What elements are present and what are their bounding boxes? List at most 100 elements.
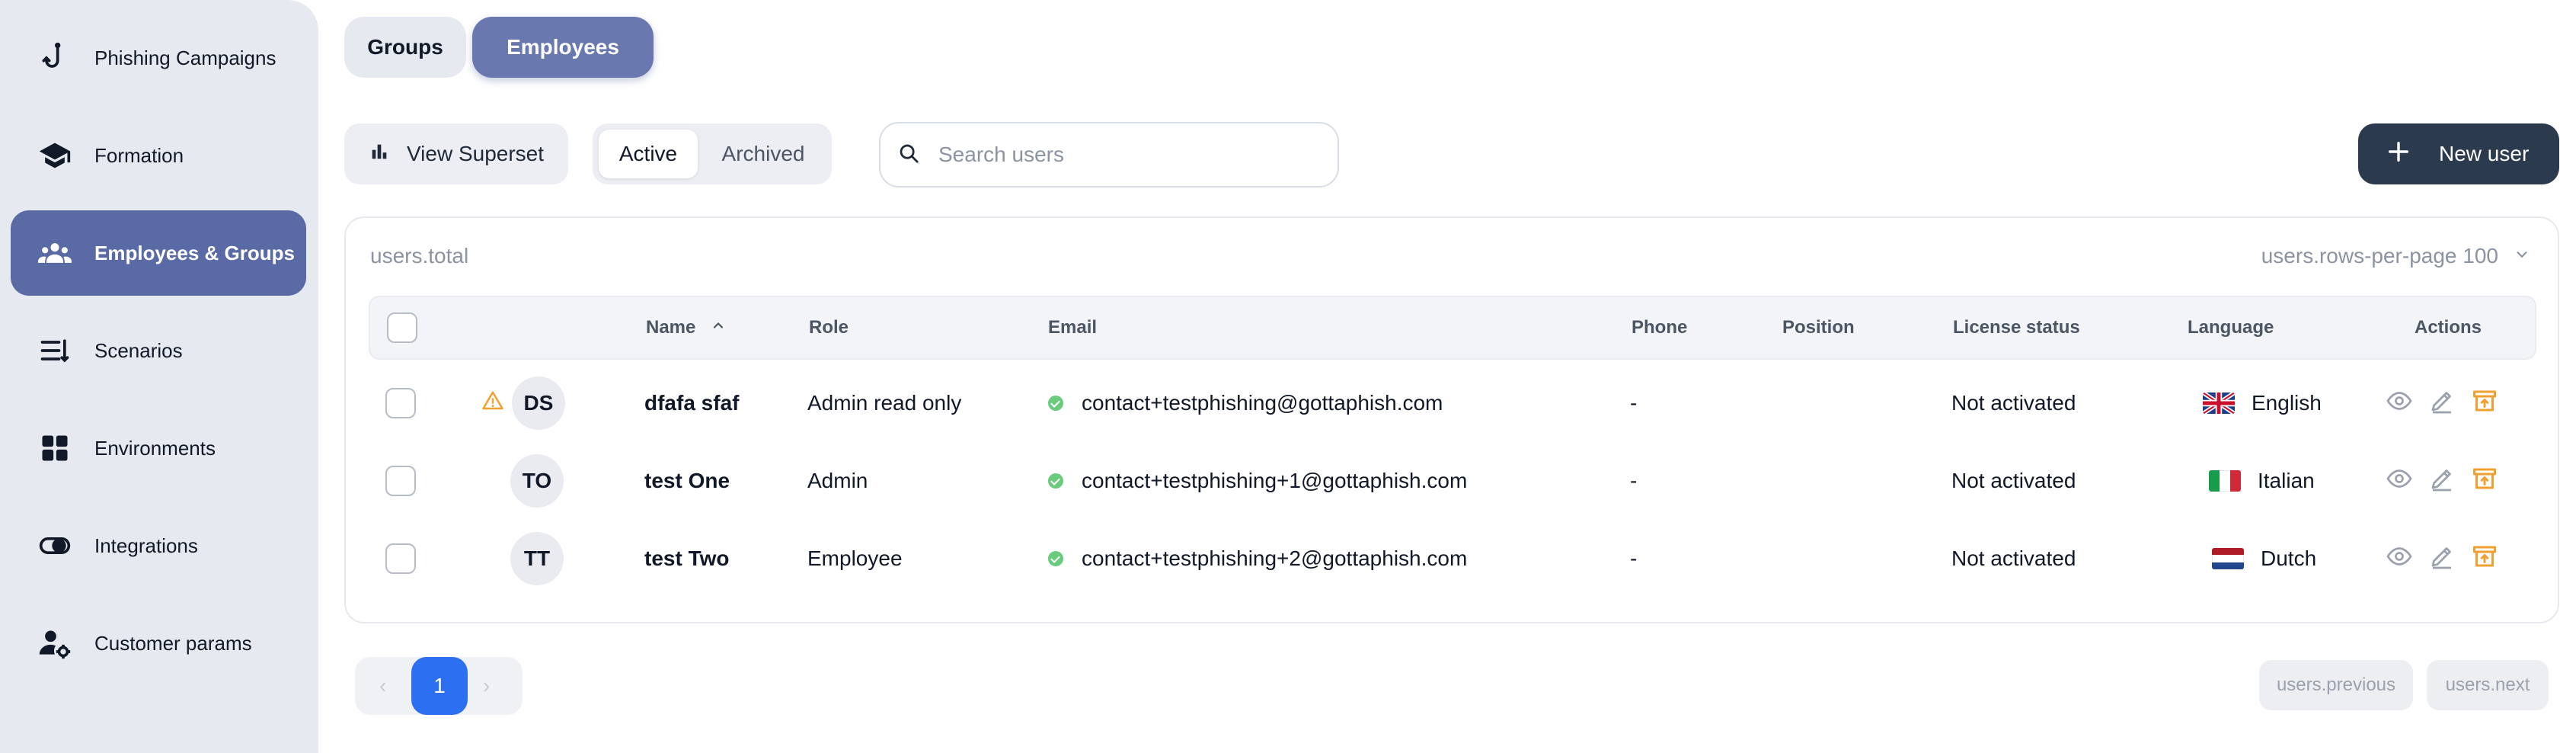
graduation-cap-icon bbox=[37, 137, 73, 174]
people-group-icon bbox=[37, 235, 73, 271]
sort-ascending-icon bbox=[711, 317, 726, 338]
edit-pencil-icon[interactable] bbox=[2428, 543, 2456, 575]
user-language: Dutch bbox=[2261, 546, 2317, 570]
sidebar-item-employees-groups[interactable]: Employees & Groups bbox=[11, 210, 306, 296]
user-role: Employee bbox=[807, 546, 903, 570]
avatar: TO bbox=[510, 454, 564, 508]
user-name: dfafa sfaf bbox=[644, 391, 740, 415]
select-all-checkbox[interactable] bbox=[387, 312, 417, 343]
search-input[interactable] bbox=[938, 143, 1304, 167]
sidebar-item-formation[interactable]: Formation bbox=[11, 113, 306, 198]
netherlands-flag-icon bbox=[2212, 548, 2244, 569]
sidebar-item-label: Environments bbox=[94, 436, 216, 460]
archive-icon[interactable] bbox=[2471, 465, 2498, 498]
user-name: test Two bbox=[644, 546, 730, 570]
email-verified-icon bbox=[1048, 396, 1063, 411]
sidebar-item-phishing-campaigns[interactable]: Phishing Campaigns bbox=[11, 15, 306, 101]
view-superset-label: View Superset bbox=[407, 142, 545, 165]
warning-icon bbox=[481, 389, 504, 418]
toggle-icon bbox=[37, 527, 73, 564]
rows-per-page-select[interactable]: users.rows-per-page 100 bbox=[2261, 244, 2530, 268]
pagination: ‹ 1 › bbox=[355, 657, 523, 715]
user-name: test One bbox=[644, 469, 730, 492]
column-header-position: Position bbox=[1782, 317, 1855, 338]
filter-active[interactable]: Active bbox=[599, 130, 698, 178]
rows-per-page-value: 100 bbox=[2463, 244, 2498, 268]
page-current[interactable]: 1 bbox=[411, 657, 468, 715]
edit-pencil-icon[interactable] bbox=[2428, 465, 2456, 498]
filter-archived[interactable]: Archived bbox=[702, 130, 824, 178]
column-header-license: License status bbox=[1953, 317, 2080, 338]
chevron-right-icon[interactable]: › bbox=[483, 674, 490, 698]
grid-icon bbox=[37, 430, 73, 466]
user-role: Admin read only bbox=[807, 391, 962, 415]
row-checkbox[interactable] bbox=[385, 466, 416, 496]
table-row[interactable]: TT test Two Employee contact+testphishin… bbox=[369, 520, 2536, 598]
tab-employees[interactable]: Employees bbox=[472, 17, 654, 78]
license-status: Not activated bbox=[1951, 469, 2076, 492]
user-language: English bbox=[2252, 391, 2322, 415]
edit-pencil-icon[interactable] bbox=[2428, 387, 2456, 420]
sidebar-item-integrations[interactable]: Integrations bbox=[11, 503, 306, 588]
user-gear-icon bbox=[37, 625, 73, 662]
user-phone: - bbox=[1630, 469, 1638, 492]
plus-icon bbox=[2386, 139, 2411, 170]
users-table-card: users.total users.rows-per-page 100 Name… bbox=[344, 216, 2559, 623]
archive-icon[interactable] bbox=[2471, 387, 2498, 420]
sidebar-item-label: Formation bbox=[94, 143, 184, 167]
search-box bbox=[879, 122, 1339, 187]
view-eye-icon[interactable] bbox=[2386, 543, 2413, 575]
user-email: contact+testphishing+2@gottaphish.com bbox=[1082, 546, 1468, 570]
avatar: TT bbox=[510, 532, 564, 585]
view-eye-icon[interactable] bbox=[2386, 387, 2413, 420]
row-checkbox[interactable] bbox=[385, 388, 416, 418]
column-name-label: Name bbox=[646, 317, 696, 338]
search-icon bbox=[897, 142, 920, 168]
app-root: Phishing Campaigns Formation Employees &… bbox=[0, 0, 2576, 753]
email-verified-icon bbox=[1048, 473, 1063, 489]
uk-flag-icon bbox=[2203, 393, 2235, 414]
view-superset-button[interactable]: View Superset bbox=[344, 123, 568, 184]
list-icon bbox=[37, 332, 73, 369]
previous-page-button[interactable]: users.previous bbox=[2259, 660, 2413, 710]
table-row[interactable]: TO test One Admin contact+testphishing+1… bbox=[369, 442, 2536, 520]
user-role: Admin bbox=[807, 469, 868, 492]
users-total: users.total bbox=[370, 244, 469, 268]
sidebar-item-label: Employees & Groups bbox=[94, 241, 295, 264]
license-status: Not activated bbox=[1951, 391, 2076, 415]
user-language: Italian bbox=[2258, 469, 2315, 492]
sidebar-item-label: Scenarios bbox=[94, 338, 183, 362]
column-header-language: Language bbox=[2188, 317, 2274, 338]
user-phone: - bbox=[1630, 391, 1638, 415]
sidebar-item-environments[interactable]: Environments bbox=[11, 405, 306, 491]
sidebar: Phishing Campaigns Formation Employees &… bbox=[0, 0, 318, 753]
column-header-actions: Actions bbox=[2415, 317, 2482, 338]
sidebar-item-label: Phishing Campaigns bbox=[94, 46, 276, 69]
bar-chart-icon bbox=[369, 141, 390, 168]
chevron-down-icon bbox=[2514, 244, 2530, 268]
sidebar-item-label: Integrations bbox=[94, 534, 198, 557]
column-header-name[interactable]: Name bbox=[646, 297, 726, 358]
column-header-phone: Phone bbox=[1632, 317, 1688, 338]
email-verified-icon bbox=[1048, 551, 1063, 566]
avatar: DS bbox=[512, 376, 565, 430]
row-checkbox[interactable] bbox=[385, 543, 416, 574]
sidebar-item-customer-params[interactable]: Customer params bbox=[11, 601, 306, 686]
status-filter: Active Archived bbox=[593, 123, 832, 184]
new-user-button[interactable]: New user bbox=[2358, 123, 2559, 184]
tab-groups[interactable]: Groups bbox=[344, 17, 466, 78]
sidebar-item-label: Customer params bbox=[94, 631, 252, 655]
rows-per-page-label: users.rows-per-page bbox=[2261, 244, 2457, 268]
user-email: contact+testphishing+1@gottaphish.com bbox=[1082, 469, 1468, 492]
archive-icon[interactable] bbox=[2471, 543, 2498, 575]
sidebar-item-scenarios[interactable]: Scenarios bbox=[11, 308, 306, 393]
table-row[interactable]: DS dfafa sfaf Admin read only contact+te… bbox=[369, 364, 2536, 442]
chevron-left-icon[interactable]: ‹ bbox=[379, 674, 386, 698]
column-header-role: Role bbox=[809, 317, 849, 338]
next-page-button[interactable]: users.next bbox=[2427, 660, 2549, 710]
view-eye-icon[interactable] bbox=[2386, 465, 2413, 498]
license-status: Not activated bbox=[1951, 546, 2076, 570]
fish-hook-icon bbox=[37, 40, 73, 76]
italy-flag-icon bbox=[2209, 470, 2241, 492]
column-header-email: Email bbox=[1048, 317, 1098, 338]
